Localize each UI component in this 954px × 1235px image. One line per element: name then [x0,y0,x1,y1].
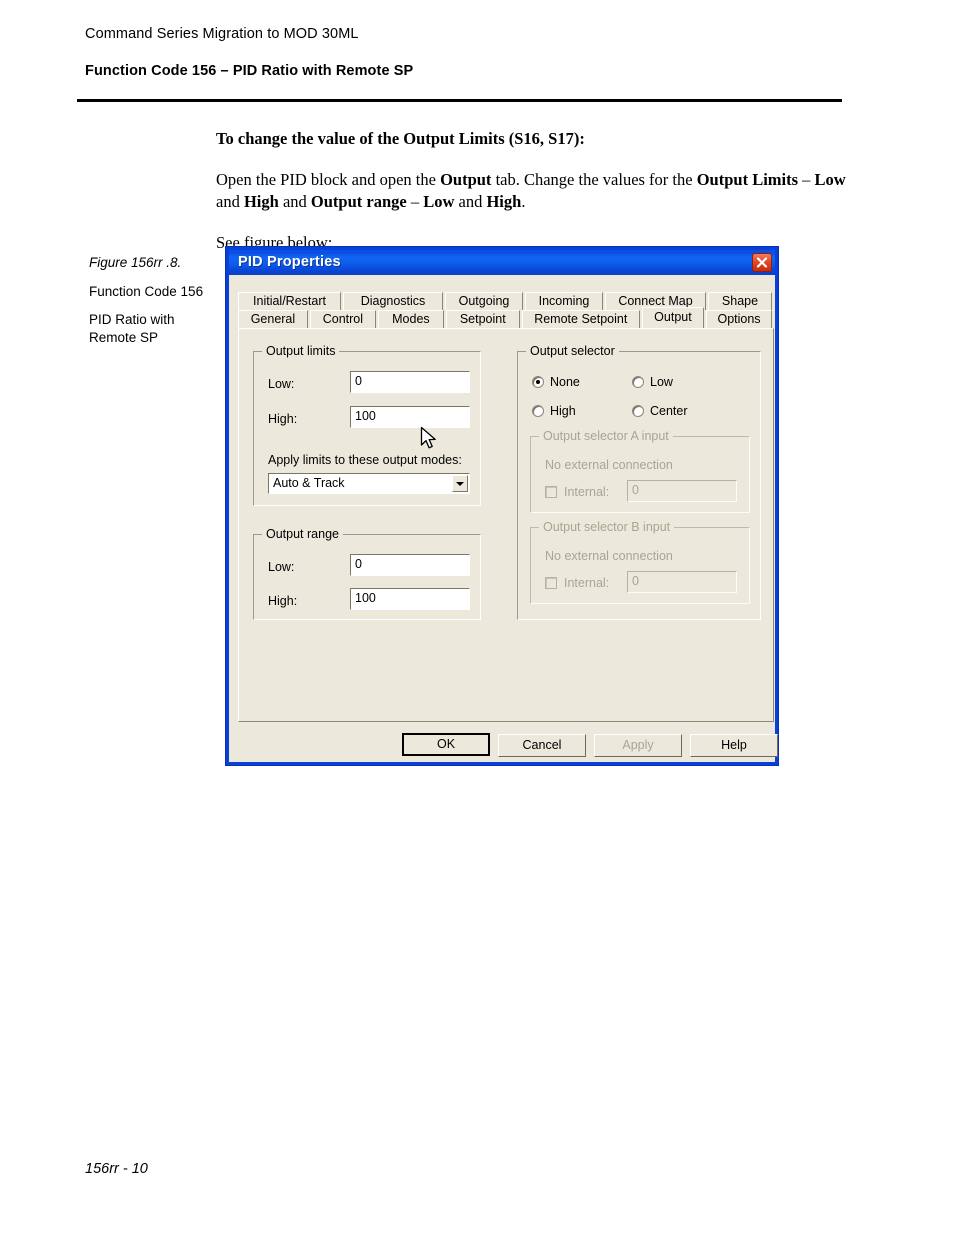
para-seg-1: Open the PID block and open the [216,170,441,190]
output-range-high-input[interactable]: 100 [350,588,470,610]
apply-limits-modes-value: Auto & Track [273,476,345,490]
tab-modes[interactable]: Modes [377,310,444,328]
pid-properties-dialog: PID Properties Initial/Restart Diagnosti… [225,246,779,766]
output-selector-a-internal-input[interactable]: 0 [627,480,737,502]
radio-dot-icon [532,376,544,388]
output-selector-b-input-group: Output selector B input No external conn… [530,520,750,604]
checkbox-box-icon [545,486,557,498]
output-limits-high-input[interactable]: 100 [350,406,470,428]
header-rule [77,99,842,102]
radio-dot-icon [532,405,544,417]
close-icon[interactable] [752,253,772,272]
output-selector-a-internal-checkbox[interactable]: Internal: [545,486,609,499]
tab-row-2: General Control Modes Setpoint Remote Se… [238,307,774,328]
tab-incoming[interactable]: Incoming [525,292,603,310]
output-limits-group-title: Output limits [262,344,340,358]
ok-button[interactable]: OK [402,733,490,756]
tab-general[interactable]: General [238,310,308,328]
apply-limits-modes-select[interactable]: Auto & Track [268,473,470,494]
radio-label-none: None [550,375,580,389]
tab-strip: Initial/Restart Diagnostics Outgoing Inc… [238,292,774,328]
output-range-group-title: Output range [262,527,343,541]
output-selector-group: Output selector None Low High Center Out… [517,344,761,620]
figure-caption-line-1: Function Code 156 [89,283,204,299]
output-selector-b-internal-checkbox[interactable]: Internal: [545,577,609,590]
para-bold-output-limits: Output Limits [696,170,799,190]
para-bold-output: Output [440,170,492,190]
output-limits-high-label: High: [268,412,298,426]
output-selector-group-title: Output selector [526,344,619,358]
output-selector-b-connection-text: No external connection [545,549,673,563]
para-bold-output-range: Output range [310,191,407,211]
instruction-heading: To change the value of the Output Limits… [216,129,585,148]
output-selector-b-internal-label: Internal: [564,576,610,590]
para-bold-low-1: Low [814,170,846,190]
para-seg-8: . [521,191,526,211]
output-range-low-label: Low: [268,560,295,574]
tab-output[interactable]: Output [641,307,705,328]
dialog-inner: PID Properties Initial/Restart Diagnosti… [229,250,778,762]
output-range-high-label: High: [268,594,298,608]
cancel-button[interactable]: Cancel [498,734,586,757]
tab-initial-restart[interactable]: Initial/Restart [238,292,341,310]
para-seg-2: tab. Change the values for the [491,170,697,190]
para-seg-6: – [406,191,424,211]
page-footer: 156rr - 10 [85,1161,148,1177]
output-range-group: Output range Low: 0 High: 100 [253,527,481,620]
figure-caption-title: Figure 156rr .8. [89,255,182,270]
tab-control[interactable]: Control [309,310,376,328]
radio-output-selector-low[interactable]: Low [632,376,673,389]
tab-shape[interactable]: Shape [708,292,772,310]
running-head: Command Series Migration to MOD 30ML [85,26,359,42]
dialog-title: PID Properties [238,254,341,270]
output-limits-low-label: Low: [268,377,295,391]
para-bold-high-2: High [486,191,522,211]
output-selector-b-internal-input[interactable]: 0 [627,571,737,593]
para-seg-7: and [454,191,487,211]
radio-dot-icon [632,405,644,417]
para-seg-5: and [278,191,311,211]
output-selector-a-input-group: Output selector A input No external conn… [530,429,750,513]
output-limits-low-input[interactable]: 0 [350,371,470,393]
para-seg-3: – [798,170,815,190]
apply-limits-modes-label: Apply limits to these output modes: [268,453,462,467]
tab-setpoint[interactable]: Setpoint [445,310,520,328]
para-bold-high-1: High [243,191,279,211]
checkbox-box-icon [545,577,557,589]
help-button[interactable]: Help [690,734,778,757]
output-limits-group: Output limits Low: 0 High: 100 Apply lim… [253,344,481,506]
output-selector-a-connection-text: No external connection [545,458,673,472]
output-selector-a-group-title: Output selector A input [539,429,673,443]
tab-panel-output: Output limits Low: 0 High: 100 Apply lim… [238,328,774,722]
radio-label-low: Low [650,375,673,389]
tab-diagnostics[interactable]: Diagnostics [343,292,443,310]
output-selector-b-group-title: Output selector B input [539,520,675,534]
output-range-low-input[interactable]: 0 [350,554,470,576]
tab-outgoing[interactable]: Outgoing [445,292,523,310]
radio-output-selector-none[interactable]: None [532,376,580,389]
instruction-paragraph: Open the PID block and open the Output t… [216,169,848,212]
radio-output-selector-center[interactable]: Center [632,405,688,418]
tab-options[interactable]: Options [706,310,773,328]
radio-label-center: Center [650,404,688,418]
tab-remote-setpoint[interactable]: Remote Setpoint [521,310,640,328]
figure-caption: Figure 156rr .8. Function Code 156 PID R… [89,254,211,357]
apply-button: Apply [594,734,682,757]
para-seg-4: and [216,191,244,211]
output-selector-a-internal-label: Internal: [564,485,610,499]
para-bold-low-2: Low [423,191,455,211]
page-title: Function Code 156 – PID Ratio with Remot… [85,63,414,79]
radio-output-selector-high[interactable]: High [532,405,576,418]
figure-caption-line-2: PID Ratio with Remote SP [89,312,175,345]
dialog-titlebar[interactable]: PID Properties [229,250,775,275]
chevron-down-icon[interactable] [452,475,468,492]
radio-dot-icon [632,376,644,388]
radio-label-high: High [550,404,576,418]
